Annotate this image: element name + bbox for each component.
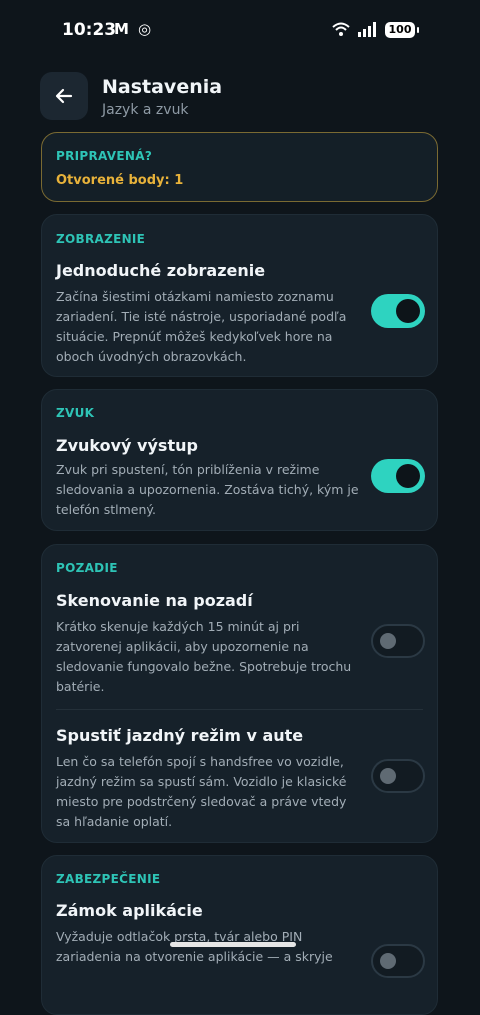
section-label: ZVUK <box>56 406 95 420</box>
security-section: ZABEZPEČENIE Zámok aplikácie Vyžaduje od… <box>41 855 438 1015</box>
car-mode-description: Len čo sa telefón spojí s handsfree vo v… <box>56 754 347 829</box>
sound-section: ZVUK Zvukový výstup Zvuk pri spustení, t… <box>41 389 438 531</box>
sound-output-toggle[interactable] <box>371 459 425 493</box>
clock: 10:23 <box>62 20 117 40</box>
signal-icon <box>358 22 376 37</box>
car-mode-title: Spustiť jazdný režim v aute <box>56 726 304 745</box>
section-label: POZADIE <box>56 561 118 575</box>
sync-icon: ◎ <box>138 20 152 38</box>
background-scan-toggle[interactable] <box>371 624 425 658</box>
display-section: ZOBRAZENIE Jednoduché zobrazenie Začína … <box>41 214 438 377</box>
page-subtitle: Jazyk a zvuk <box>102 102 189 118</box>
back-button[interactable] <box>40 72 88 120</box>
page-title: Nastavenia <box>102 76 223 98</box>
toggle-knob <box>380 953 396 969</box>
battery-indicator: 100 <box>385 22 419 38</box>
app-lock-description: Vyžaduje odtlačok prsta, tvár alebo PIN … <box>56 929 333 964</box>
gmail-icon: M <box>114 20 129 38</box>
sound-output-description: Zvuk pri spustení, tón priblíženia v rež… <box>56 462 359 517</box>
background-scan-description: Krátko skenuje každých 15 minút aj pri z… <box>56 619 352 694</box>
home-indicator[interactable] <box>170 942 296 947</box>
app-lock-title: Zámok aplikácie <box>56 901 203 920</box>
ready-card[interactable]: PRIPRAVENÁ? Otvorené body: 1 <box>41 132 438 202</box>
wifi-icon <box>332 22 350 36</box>
car-mode-toggle[interactable] <box>371 759 425 793</box>
sound-output-title: Zvukový výstup <box>56 436 198 455</box>
toggle-knob <box>380 768 396 784</box>
status-bar: 10:23 M ◎ 100 <box>0 0 480 60</box>
simple-view-description: Začína šiestimi otázkami namiesto zoznam… <box>56 289 347 364</box>
arrow-left-icon <box>55 88 73 104</box>
simple-view-toggle[interactable] <box>371 294 425 328</box>
background-section: POZADIE Skenovanie na pozadí Krátko sken… <box>41 544 438 843</box>
simple-view-title: Jednoduché zobrazenie <box>56 261 266 280</box>
open-items-status: Otvorené body: 1 <box>56 173 184 188</box>
app-lock-toggle[interactable] <box>371 944 425 978</box>
section-label: ZOBRAZENIE <box>56 232 146 246</box>
page-header: Nastavenia Jazyk a zvuk <box>0 70 480 126</box>
toggle-knob <box>380 633 396 649</box>
section-label: ZABEZPEČENIE <box>56 872 161 886</box>
toggle-knob <box>396 464 420 488</box>
toggle-knob <box>396 299 420 323</box>
background-scan-title: Skenovanie na pozadí <box>56 591 253 610</box>
divider <box>56 709 423 710</box>
ready-label: PRIPRAVENÁ? <box>56 149 153 163</box>
